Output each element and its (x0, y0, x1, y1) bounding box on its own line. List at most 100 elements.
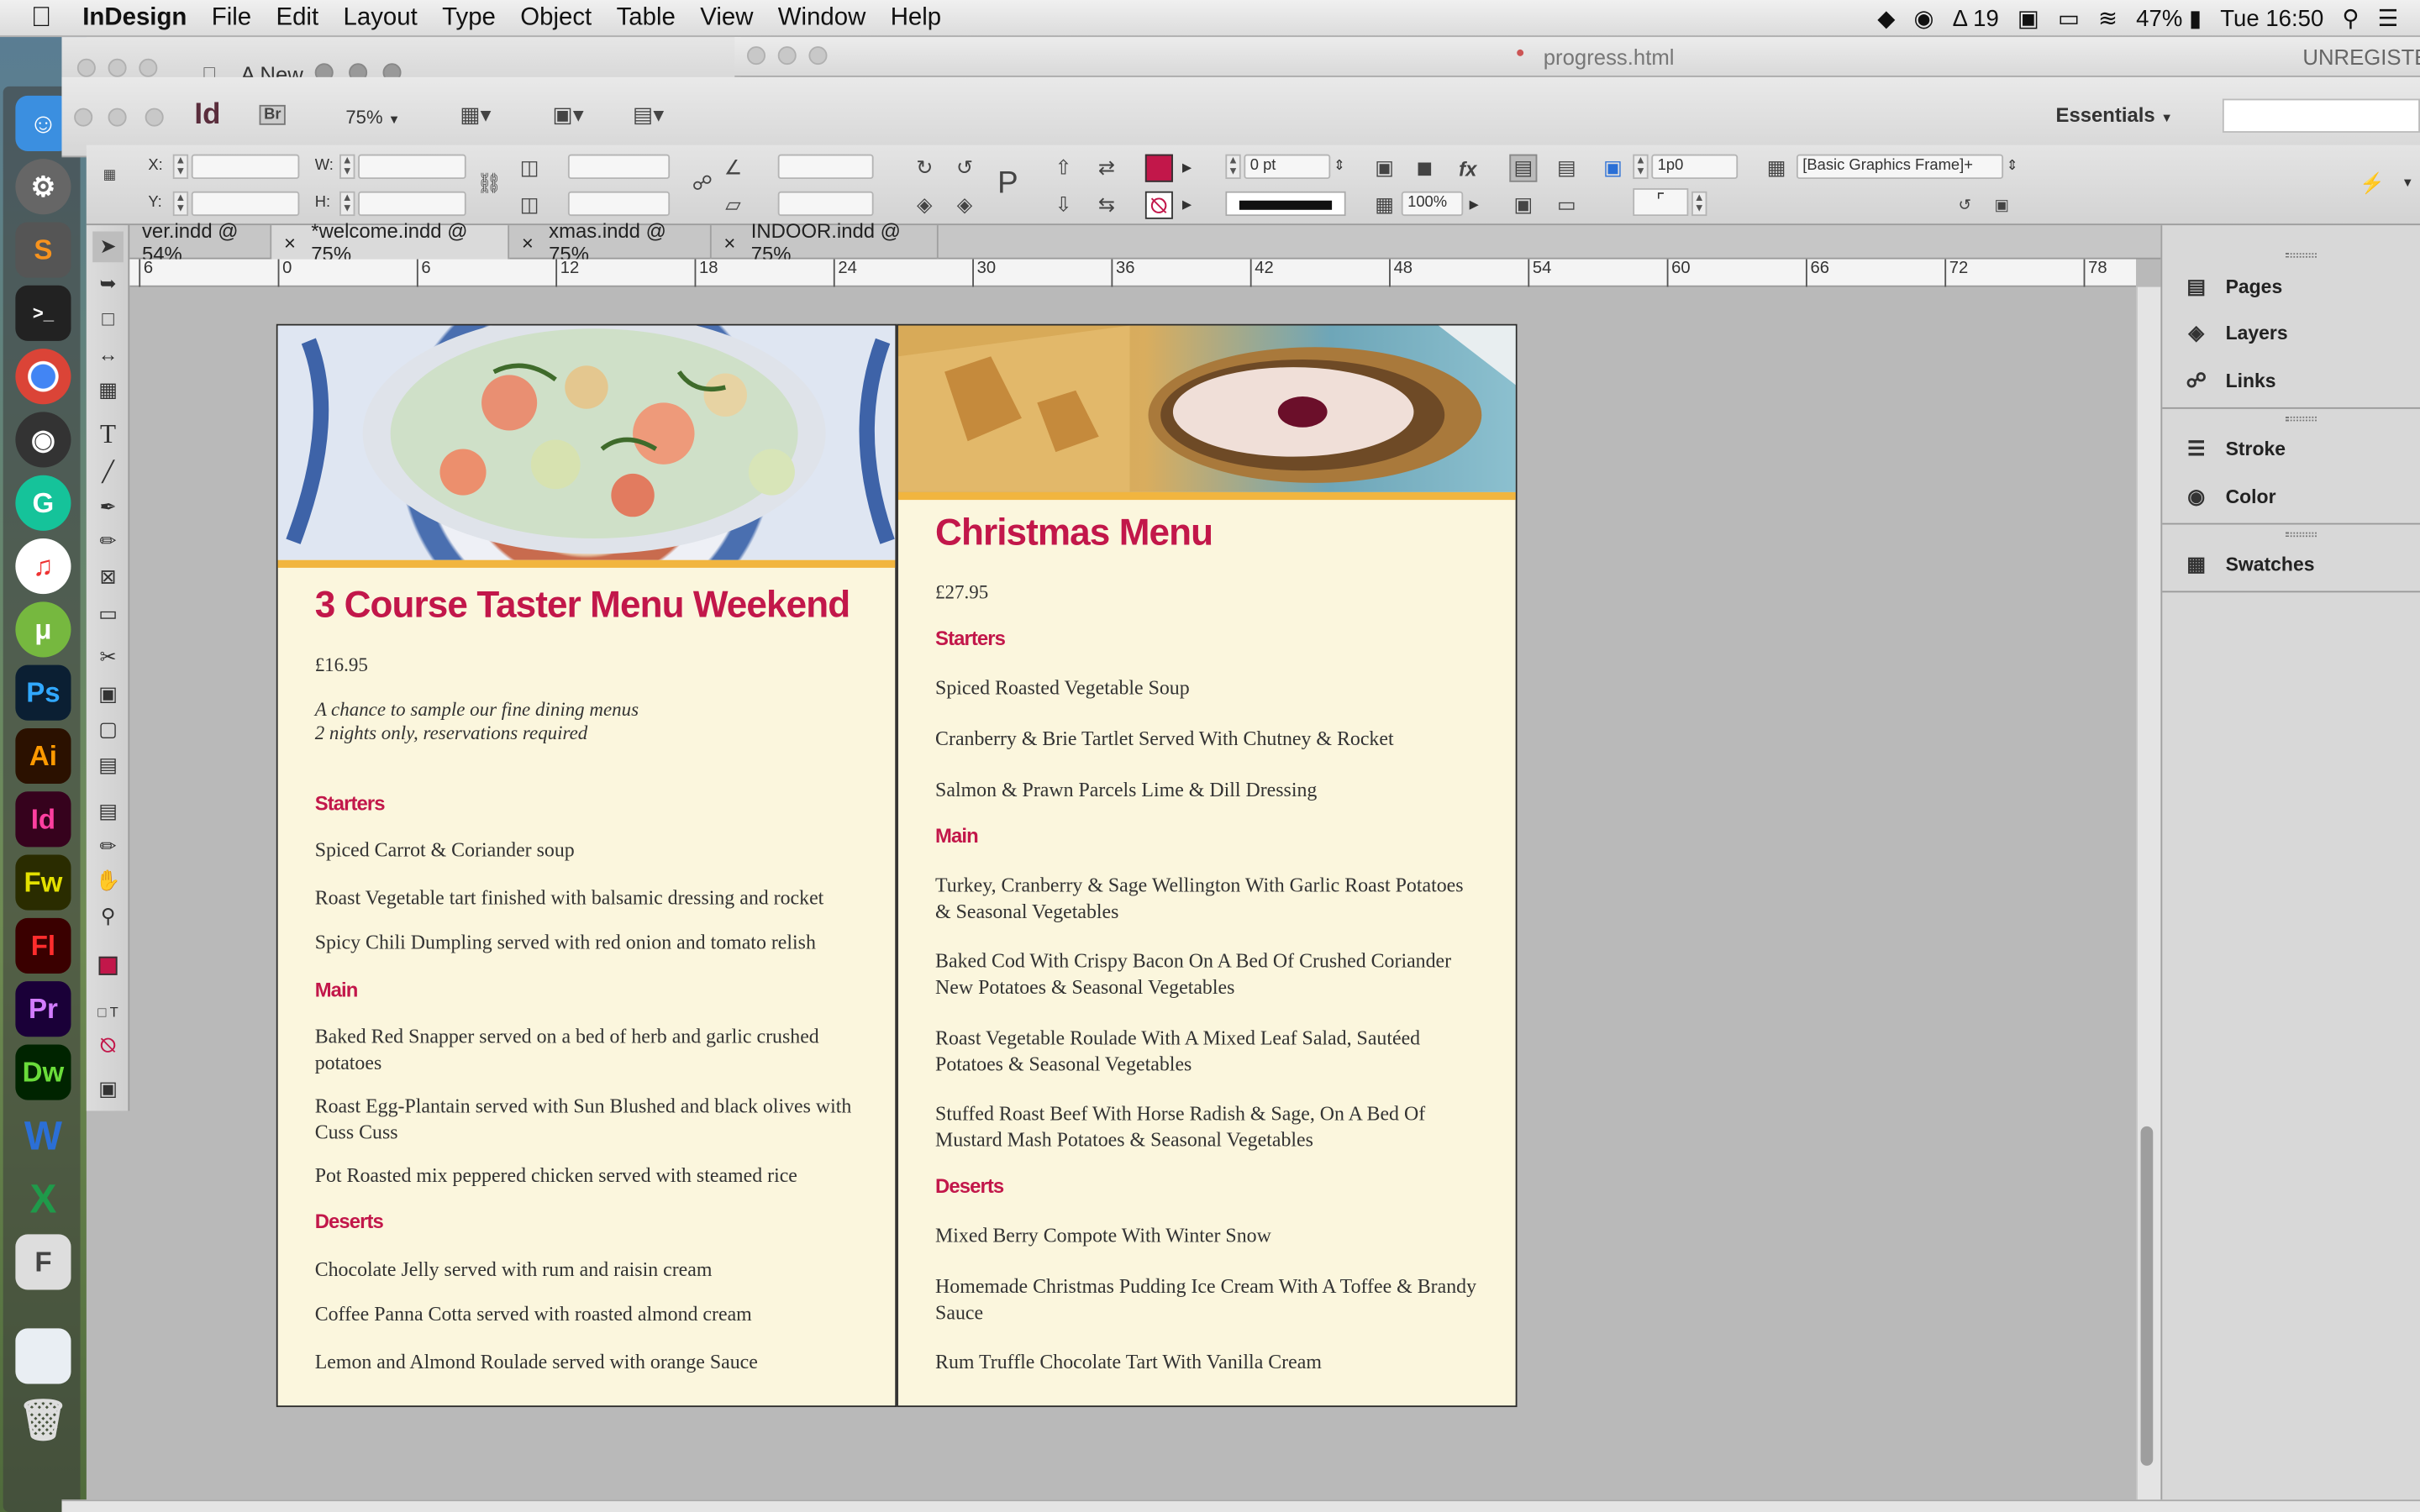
app-close-button[interactable] (74, 108, 93, 127)
github-icon[interactable]: ◉ (15, 412, 71, 468)
taster-deserts-heading[interactable]: Deserts (315, 1210, 384, 1233)
screen-mode-tool[interactable]: ▣ (92, 1074, 124, 1105)
menu-layout[interactable]: Layout (331, 4, 430, 32)
corner-shape-select[interactable]: ⌜ (1633, 188, 1689, 217)
tab-welcome[interactable]: × *welcome.indd @ 75% (271, 219, 510, 265)
view-options-icon[interactable]: ▦▾ (460, 102, 491, 128)
wrap-jump-icon[interactable]: ▭ (1553, 192, 1581, 219)
stroke-swatch[interactable]: ⦰ (1144, 191, 1173, 219)
trash-icon[interactable]: 🗑 (15, 1392, 71, 1447)
wrap-shape-icon[interactable]: ▣ (1509, 192, 1537, 219)
fill-swatch[interactable] (1144, 154, 1173, 182)
menu-edit[interactable]: Edit (264, 4, 331, 32)
type-tool[interactable]: T (92, 420, 124, 451)
panel-grip[interactable] (2286, 532, 2317, 538)
spotlight-icon[interactable]: ⚲ (2342, 5, 2359, 32)
pasteboard[interactable]: 3 Course Taster Menu Weekend £16.95 A ch… (129, 286, 2137, 1512)
shear-field[interactable] (777, 191, 874, 217)
scale-x-field[interactable] (567, 154, 671, 180)
page-christmas-menu[interactable]: Christmas Menu £27.95 Starters Spiced Ro… (897, 323, 1518, 1408)
chrome-icon[interactable] (15, 349, 71, 405)
hand-tool[interactable]: ✋ (92, 865, 124, 896)
panel-grip[interactable] (2286, 416, 2317, 422)
menu-help[interactable]: Help (878, 4, 954, 32)
clock[interactable]: Tue 16:50 (2220, 5, 2323, 31)
fx-icon[interactable]: fx (1454, 155, 1481, 182)
control-panel-menu-icon[interactable]: ▼ (2402, 176, 2414, 190)
stroke-weight-field[interactable]: 0 pt (1244, 154, 1331, 180)
menu-app-name[interactable]: InDesign (64, 4, 199, 32)
gradient-feather-tool[interactable]: ▤ (92, 750, 124, 781)
panel-swatches[interactable]: ▦ Swatches (2181, 553, 2314, 576)
zoom-tool[interactable]: ⚲ (92, 901, 124, 932)
tab-indoor[interactable]: × INDOOR.indd @ 75% (712, 219, 939, 265)
panel-stroke[interactable]: ☰ Stroke (2181, 437, 2286, 460)
font-book-icon[interactable]: F (15, 1234, 71, 1290)
christmas-starters-heading[interactable]: Starters (935, 627, 1006, 650)
wrap-bounding-icon[interactable]: ▤ (1553, 155, 1581, 182)
w-stepper[interactable]: ▲ ▼ (339, 154, 355, 180)
select-next-icon[interactable]: ⇆ (1092, 192, 1120, 219)
taster-starter-1[interactable]: Spiced Carrot & Coriander soup (315, 837, 859, 863)
x-field[interactable] (191, 154, 300, 180)
y-stepper[interactable]: ▲ ▼ (172, 191, 189, 217)
grammarly-icon[interactable]: G (15, 475, 71, 531)
select-previous-icon[interactable]: ⇄ (1092, 155, 1120, 182)
christmas-price[interactable]: £27.95 (935, 581, 988, 605)
scissors-tool[interactable]: ✂ (92, 642, 124, 673)
taster-main-heading[interactable]: Main (315, 978, 359, 1001)
browser-minimize-button[interactable] (777, 46, 797, 66)
h-stepper[interactable]: ▲ ▼ (339, 191, 355, 217)
close-window-button[interactable] (76, 58, 96, 77)
minimize-window-button[interactable] (108, 58, 127, 77)
airplay-icon[interactable]: ▭ (2058, 5, 2080, 32)
shield-icon[interactable]: ▣ (2018, 5, 2039, 32)
christmas-desert-3[interactable]: Rum Truffle Chocolate Tart With Vanilla … (935, 1350, 1479, 1375)
menu-window[interactable]: Window (765, 4, 878, 32)
close-icon[interactable]: × (522, 231, 534, 255)
panel-pages[interactable]: ▤ Pages (2181, 275, 2282, 298)
dropbox-icon[interactable]: ◆ (1877, 5, 1895, 32)
opacity-menu-icon[interactable]: ▶ (1470, 197, 1479, 212)
pencil-tool[interactable]: ✏ (92, 526, 124, 557)
taster-intro[interactable]: A chance to sample our fine dining menus… (315, 699, 639, 745)
rotate-cw-icon[interactable]: ↻ (911, 155, 939, 182)
christmas-deserts-heading[interactable]: Deserts (935, 1174, 1004, 1198)
scale-y-field[interactable] (567, 191, 671, 217)
dock-pr[interactable]: Pr (15, 981, 71, 1037)
reference-point-icon[interactable]: ▦ (96, 160, 124, 188)
workspace-switcher[interactable]: Essentials ▼ (2056, 103, 2173, 127)
gap-stepper[interactable]: ▲ ▼ (1633, 154, 1649, 180)
y-field[interactable] (191, 191, 300, 217)
terminal-icon[interactable]: >_ (15, 285, 71, 341)
word-icon[interactable]: W (15, 1108, 71, 1163)
apple-icon[interactable]:  (0, 2, 64, 34)
stroke-weight-stepper[interactable]: ▲ ▼ (1225, 154, 1241, 180)
direct-selection-tool[interactable]: ➥ (92, 269, 124, 300)
arrange-documents-icon[interactable]: ▤▾ (633, 102, 664, 128)
christmas-main-3[interactable]: Roast Vegetable Roulade With A Mixed Lea… (935, 1026, 1479, 1077)
paragraph-icon[interactable]: P (994, 165, 1022, 199)
taster-starters-heading[interactable]: Starters (315, 791, 386, 815)
free-transform-tool[interactable]: ▣ (92, 679, 124, 710)
christmas-title[interactable]: Christmas Menu (935, 512, 1213, 555)
christmas-main-2[interactable]: Baked Cod With Crispy Bacon On A Bed Of … (935, 949, 1479, 1000)
opacity-field[interactable]: 100% (1401, 191, 1464, 217)
scrollbar-thumb[interactable] (2140, 1126, 2154, 1466)
rectangle-tool[interactable]: ▭ (92, 599, 124, 630)
itunes-icon[interactable]: ♫ (15, 538, 71, 595)
zoom-level-select[interactable]: 75% ▼ (345, 107, 400, 129)
browser-close-button[interactable] (746, 46, 766, 66)
document-stack-icon[interactable] (15, 1328, 71, 1384)
menu-table[interactable]: Table (604, 4, 688, 32)
dock-id[interactable]: Id (15, 791, 71, 848)
battery-status[interactable]: 47% ▮ (2136, 5, 2202, 32)
rotation-field[interactable] (777, 154, 874, 180)
horizontal-ruler[interactable]: 6 0 6 12 18 24 30 36 42 48 54 60 66 72 7… (129, 259, 2137, 287)
tab-xmas[interactable]: × xmas.indd @ 75% (509, 219, 712, 265)
close-icon[interactable]: × (723, 231, 735, 255)
system-preferences-icon[interactable]: ⚙ (15, 159, 71, 215)
christmas-main-4[interactable]: Stuffed Roast Beef With Horse Radish & S… (935, 1101, 1479, 1152)
corner-stepper[interactable]: ▲ ▼ (1691, 191, 1707, 217)
app-zoom-button[interactable] (145, 108, 164, 127)
